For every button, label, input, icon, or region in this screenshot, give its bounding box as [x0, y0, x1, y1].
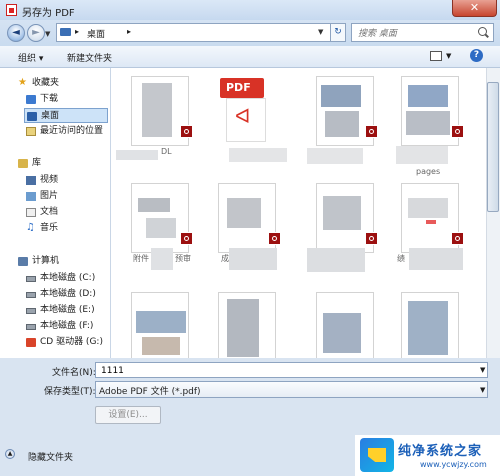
filetype-label: 保存类型(T):: [44, 387, 96, 397]
file-item[interactable]: [401, 292, 459, 362]
file-caption[interactable]: 成: [221, 253, 229, 264]
file-caption[interactable]: 绩: [397, 253, 405, 264]
back-arrow-icon: ◄: [12, 27, 20, 38]
acrobat-icon: ᐊ: [235, 104, 251, 128]
sidebar-item-drive-d[interactable]: 本地磁盘 (D:): [26, 287, 110, 302]
sidebar-item-pictures[interactable]: 图片: [26, 189, 108, 204]
organize-button[interactable]: 组织 ▾: [18, 51, 43, 64]
file-caption[interactable]: 附件: [133, 253, 149, 264]
scrollbar-thumb[interactable]: [487, 82, 499, 212]
music-icon: ♫: [26, 222, 35, 233]
file-item[interactable]: [131, 292, 189, 362]
help-button[interactable]: ?: [470, 49, 483, 62]
drive-icon: [26, 292, 36, 298]
computer-icon: [18, 257, 28, 266]
filename-label: 文件名(N):: [52, 368, 96, 378]
video-icon: [26, 176, 36, 185]
watermark-url: www.ycwjzy.com: [420, 460, 487, 469]
address-bar[interactable]: ▸ 桌面 ▸: [56, 23, 331, 42]
navigation-pane: ★ 收藏夹 下载 桌面 最近访问的位置 库 视频 图片 文档 ♫ 音乐 计算机 …: [0, 68, 111, 358]
sidebar-item-documents[interactable]: 文档: [26, 205, 108, 220]
pictures-icon: [26, 192, 36, 201]
hide-folders-button[interactable]: 隐藏文件夹: [28, 450, 73, 463]
sidebar-group-libraries[interactable]: 库: [18, 156, 108, 171]
filename-input[interactable]: [99, 364, 473, 378]
pdf-app-icon: [6, 4, 17, 16]
file-list: DL PDF ᐊ pages 附件 预审 成 绩: [111, 68, 486, 362]
sidebar-item-drive-e[interactable]: 本地磁盘 (E:): [26, 303, 110, 318]
drive-icon: [26, 276, 36, 282]
sidebar-item-music[interactable]: ♫ 音乐: [26, 221, 108, 236]
refresh-button[interactable]: ↻: [330, 23, 346, 42]
recent-places-icon: [26, 127, 36, 136]
view-dropdown-icon[interactable]: ▼: [446, 52, 451, 60]
filetype-value[interactable]: Adobe PDF 文件 (*.pdf): [99, 384, 201, 397]
title-bar: 另存为 PDF: [0, 0, 500, 20]
filetype-dropdown-icon[interactable]: ▼: [480, 386, 485, 394]
sidebar-group-favorites[interactable]: ★ 收藏夹: [18, 76, 108, 91]
watermark-logo-icon: [360, 438, 394, 472]
pdf-badge-icon: [180, 125, 193, 138]
documents-icon: [26, 208, 36, 217]
breadcrumb-separator[interactable]: ▸: [127, 27, 131, 36]
close-button[interactable]: ✕: [452, 0, 497, 17]
forward-button[interactable]: ►: [27, 24, 45, 42]
pdf-badge-icon: [365, 232, 378, 245]
drive-icon: [26, 308, 36, 314]
back-button[interactable]: ◄: [7, 24, 25, 42]
star-icon: ★: [18, 77, 27, 88]
refresh-icon: ↻: [334, 27, 342, 37]
cd-drive-icon: [26, 338, 36, 347]
library-icon: [18, 159, 28, 168]
file-item[interactable]: [316, 292, 374, 362]
file-item[interactable]: PDF ᐊ: [218, 76, 276, 146]
sidebar-item-videos[interactable]: 视频: [26, 173, 108, 188]
desktop-folder-icon: [60, 28, 71, 36]
pdf-badge-icon: [268, 232, 281, 245]
sidebar-group-computer[interactable]: 计算机: [18, 254, 108, 269]
watermark-name: 纯净系统之家: [398, 444, 483, 459]
search-box[interactable]: [351, 23, 494, 42]
pdf-badge-icon: [451, 232, 464, 245]
view-options-icon[interactable]: [430, 51, 442, 61]
sidebar-item-recent[interactable]: 最近访问的位置: [26, 124, 110, 139]
filename-field[interactable]: [95, 362, 488, 378]
address-dropdown-icon[interactable]: ▼: [318, 28, 323, 36]
sidebar-item-drive-c[interactable]: 本地磁盘 (C:): [26, 271, 110, 286]
file-item[interactable]: [218, 292, 276, 362]
download-folder-icon: [26, 95, 36, 104]
settings-button[interactable]: 设置(E)...: [95, 406, 161, 424]
new-folder-button[interactable]: 新建文件夹: [67, 51, 112, 64]
pdf-badge-icon: [451, 125, 464, 138]
drive-icon: [26, 324, 36, 330]
file-caption[interactable]: pages: [416, 167, 440, 176]
pdf-badge-icon: [180, 232, 193, 245]
file-caption[interactable]: 预审: [175, 253, 191, 264]
sidebar-item-drive-f[interactable]: 本地磁盘 (F:): [26, 319, 110, 334]
window-title: 另存为 PDF: [22, 8, 75, 19]
sidebar-item-downloads[interactable]: 下载: [26, 92, 108, 107]
breadcrumb-desktop[interactable]: 桌面: [87, 27, 105, 40]
history-dropdown-icon[interactable]: ▼: [45, 30, 50, 38]
forward-arrow-icon: ►: [32, 27, 40, 38]
desktop-icon: [27, 112, 37, 121]
search-input[interactable]: [356, 26, 465, 41]
filename-dropdown-icon[interactable]: ▼: [480, 366, 485, 374]
breadcrumb-separator[interactable]: ▸: [75, 27, 79, 36]
pdf-badge-icon: [365, 125, 378, 138]
collapse-icon[interactable]: ▲: [5, 449, 15, 459]
sidebar-item-desktop[interactable]: 桌面: [24, 108, 108, 123]
file-caption[interactable]: DL: [161, 147, 172, 156]
pdf-logo-text: PDF: [226, 81, 251, 94]
search-icon[interactable]: [478, 27, 487, 36]
sidebar-item-cd-drive[interactable]: CD 驱动器 (G:): [26, 335, 110, 350]
